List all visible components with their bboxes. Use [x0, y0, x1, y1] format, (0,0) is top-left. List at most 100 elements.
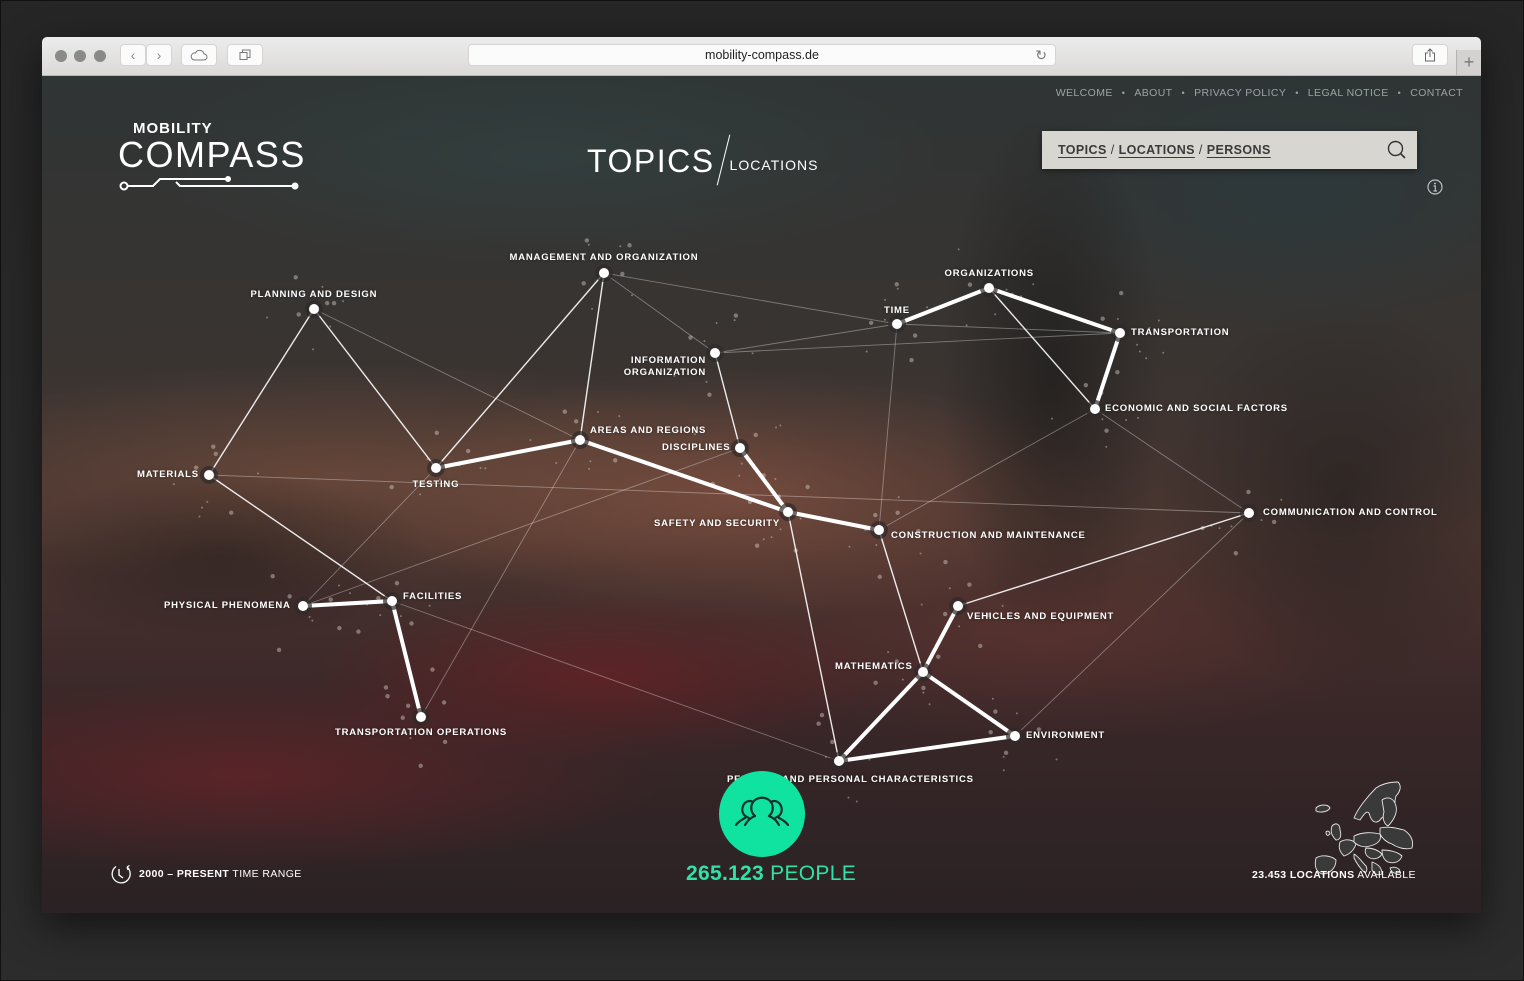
strong-link [435, 438, 581, 470]
people-button[interactable] [719, 771, 805, 857]
topic-label-safety[interactable]: SAFETY AND SECURITY [654, 518, 780, 530]
maximize-window-button[interactable] [94, 50, 106, 62]
back-button[interactable]: ‹ [120, 44, 146, 66]
particle-dot [405, 703, 411, 709]
info-icon[interactable] [1427, 179, 1443, 195]
topic-label-transportation[interactable]: TRANSPORTATION [1131, 327, 1229, 339]
particle-dot [705, 380, 708, 383]
nav-about[interactable]: ABOUT [1134, 87, 1172, 99]
particle-dot [573, 419, 579, 424]
mode-locations[interactable]: LOCATIONS [730, 157, 819, 173]
particle-dot [562, 409, 568, 414]
topic-label-testing[interactable]: TESTING [413, 479, 460, 491]
topic-label-communication[interactable]: COMMUNICATION AND CONTROL [1263, 507, 1438, 519]
nav-legal-notice[interactable]: LEGAL NOTICE [1308, 87, 1389, 99]
nav-contact[interactable]: CONTACT [1410, 87, 1463, 99]
topic-node-infoorg[interactable] [710, 348, 720, 358]
particle-dot [779, 424, 782, 427]
search-link-persons[interactable]: PERSONS [1207, 143, 1271, 157]
topic-node-disciplines[interactable] [735, 443, 745, 453]
time-range[interactable]: 2000 – PRESENT TIME RANGE [110, 863, 302, 885]
particle-dot [733, 313, 739, 318]
particle-dot [1051, 417, 1054, 420]
topic-node-economic[interactable] [1090, 404, 1100, 414]
logo[interactable]: MOBILITY COMPASS [118, 120, 304, 192]
topic-node-facilities[interactable] [387, 596, 397, 606]
topic-node-areas[interactable] [575, 435, 585, 445]
forward-button[interactable]: › [146, 44, 172, 66]
share-icon [1425, 48, 1435, 62]
topic-node-mathematics[interactable] [918, 667, 928, 677]
topic-label-areas[interactable]: AREAS AND REGIONS [590, 425, 706, 437]
nav-separator: • [1397, 88, 1402, 98]
particle-dot [1233, 551, 1239, 556]
search-box[interactable]: TOPICS / LOCATIONS / PERSONS [1042, 131, 1417, 169]
icloud-button[interactable] [181, 44, 217, 66]
reload-icon[interactable]: ↻ [1035, 45, 1047, 65]
close-window-button[interactable] [55, 50, 67, 62]
particle-dot [1002, 769, 1005, 772]
topic-node-time[interactable] [892, 319, 902, 329]
topic-label-facilities[interactable]: FACILITIES [403, 591, 462, 603]
topic-label-construction[interactable]: CONSTRUCTION AND MAINTENANCE [891, 530, 1086, 542]
minimize-window-button[interactable] [74, 50, 86, 62]
particle-dot [978, 643, 983, 649]
topic-label-transops[interactable]: TRANSPORTATION OPERATIONS [335, 727, 507, 739]
topic-node-persons[interactable] [834, 756, 844, 766]
particle-dot [276, 647, 282, 653]
particle-dot [957, 248, 960, 251]
topic-node-planning[interactable] [309, 304, 319, 314]
search-icon[interactable] [1387, 140, 1407, 160]
nav-privacy-policy[interactable]: PRIVACY POLICY [1194, 87, 1286, 99]
locations-count-label: AVAILABLE [1357, 869, 1416, 881]
tabs-overview-button[interactable] [227, 44, 263, 66]
topic-node-organizations[interactable] [984, 283, 994, 293]
particle-dot [399, 615, 402, 618]
topic-label-environment[interactable]: ENVIRONMENT [1026, 730, 1105, 742]
particle-dot [321, 285, 324, 288]
topic-label-mathematics[interactable]: MATHEMATICS [835, 661, 913, 673]
particle-dot [257, 472, 260, 475]
topic-label-organizations[interactable]: ORGANIZATIONS [945, 268, 1034, 280]
topic-label-time[interactable]: TIME [884, 305, 910, 317]
topic-node-materials[interactable] [204, 470, 214, 480]
particle-dot [895, 510, 900, 516]
topic-label-disciplines[interactable]: DISCIPLINES [662, 442, 730, 454]
topic-label-materials[interactable]: MATERIALS [137, 469, 199, 481]
address-bar[interactable]: mobility-compass.de ↻ [468, 44, 1056, 66]
topic-node-management[interactable] [599, 268, 609, 278]
topic-node-construction[interactable] [874, 525, 884, 535]
topic-node-safety[interactable] [783, 507, 793, 517]
new-tab-button[interactable]: + [1456, 50, 1481, 75]
particle-dot [875, 544, 878, 547]
topic-label-physical[interactable]: PHYSICAL PHENOMENA [164, 600, 291, 612]
particle-dot [584, 238, 590, 243]
particle-dot [613, 458, 618, 463]
nav-separator: • [1181, 88, 1186, 98]
topic-node-vehicles[interactable] [953, 601, 963, 611]
mode-topics[interactable]: TOPICS [587, 143, 715, 180]
topic-label-infoorg[interactable]: INFORMATION ORGANIZATION [616, 355, 706, 379]
particle-dot [877, 574, 882, 580]
particle-dot [1055, 758, 1058, 761]
nav-welcome[interactable]: WELCOME [1056, 87, 1113, 99]
particle-dot [1115, 369, 1120, 375]
share-button[interactable] [1412, 44, 1448, 66]
topic-node-communication[interactable] [1244, 508, 1254, 518]
search-link-topics[interactable]: TOPICS [1058, 143, 1107, 157]
topic-node-transops[interactable] [416, 712, 426, 722]
topic-node-environment[interactable] [1010, 731, 1020, 741]
particle-dot [965, 324, 968, 327]
particle-dot [379, 614, 382, 617]
topic-node-testing[interactable] [431, 463, 441, 473]
topic-label-vehicles[interactable]: VEHICLES AND EQUIPMENT [967, 611, 1114, 623]
topic-node-physical[interactable] [298, 601, 308, 611]
particle-dot [1101, 418, 1104, 421]
topic-label-economic[interactable]: ECONOMIC AND SOCIAL FACTORS [1105, 403, 1288, 415]
search-link-locations[interactable]: LOCATIONS [1119, 143, 1195, 157]
topic-label-planning[interactable]: PLANNING AND DESIGN [251, 289, 378, 301]
particle-dot [775, 426, 778, 429]
locations-count-value: 23.453 LOCATIONS [1252, 869, 1355, 881]
topic-label-management[interactable]: MANAGEMENT AND ORGANIZATION [510, 252, 699, 264]
topic-node-transportation[interactable] [1115, 328, 1125, 338]
